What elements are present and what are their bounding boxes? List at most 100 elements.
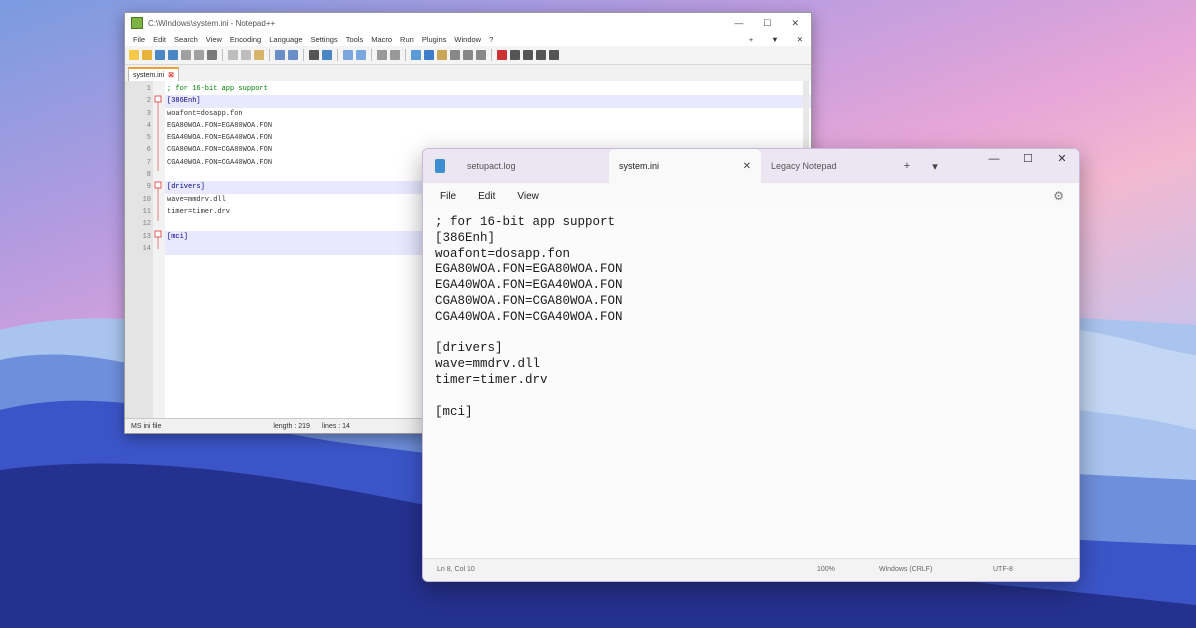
np-maximize-button[interactable]: ☐ <box>1011 149 1045 169</box>
np-tab-legacy-notepad[interactable]: Legacy Notepad <box>761 149 893 183</box>
doc-map-icon[interactable] <box>450 50 460 60</box>
print-icon[interactable] <box>207 50 217 60</box>
line-number: 12 <box>142 220 151 229</box>
code-line: [386Enh] <box>165 95 811 108</box>
np-minimize-button[interactable]: — <box>977 149 1011 169</box>
text-line: EGA80WOA.FON=EGA80WOA.FON <box>435 262 623 277</box>
line-number: 7 <box>146 158 151 167</box>
copy-icon[interactable] <box>241 50 251 60</box>
np-text-content[interactable]: ; for 16-bit app support [386Enh] woafon… <box>435 215 623 420</box>
code-line: EGA80WOA.FON=EGA80WOA.FON <box>167 121 273 130</box>
code-line: woafont=dosapp.fon <box>167 109 243 118</box>
npp-menu-encoding[interactable]: Encoding <box>226 35 265 44</box>
npp-title-bar[interactable]: C:\Windows\system.ini - Notepad++ — ☐ ✕ <box>125 13 811 33</box>
new-file-icon[interactable] <box>129 50 139 60</box>
show-all-chars-icon[interactable] <box>424 50 434 60</box>
np-menu-edit[interactable]: Edit <box>467 191 506 202</box>
notepad-window[interactable]: setupact.log system.ini ✕ Legacy Notepad… <box>422 148 1080 582</box>
npp-menu-macro[interactable]: Macro <box>367 35 396 44</box>
code-line: ; for 16-bit app support <box>167 85 268 93</box>
text-line <box>435 389 623 405</box>
sync-horizontal-icon[interactable] <box>390 50 400 60</box>
np-tab-close-icon[interactable]: ✕ <box>743 161 751 172</box>
text-line: [drivers] <box>435 341 503 356</box>
np-status-line-ending: Windows (CRLF) <box>879 566 933 573</box>
np-text-editor[interactable]: ; for 16-bit app support [386Enh] woafon… <box>423 209 1079 559</box>
np-tab-system-ini[interactable]: system.ini ✕ <box>609 149 761 183</box>
npp-tab-bar: system.ini ⊠ <box>125 65 811 82</box>
np-tab-bar[interactable]: setupact.log system.ini ✕ Legacy Notepad… <box>423 149 1079 183</box>
play-multiple-icon[interactable] <box>536 50 546 60</box>
function-list-icon[interactable] <box>463 50 473 60</box>
npp-menu-file[interactable]: File <box>129 35 149 44</box>
text-line: [386Enh] <box>435 230 496 245</box>
npp-toolbar <box>125 46 811 65</box>
npp-add-tab-button[interactable]: + <box>745 35 757 44</box>
npp-menu-run[interactable]: Run <box>396 35 418 44</box>
indent-guide-icon[interactable] <box>437 50 447 60</box>
play-macro-icon[interactable] <box>523 50 533 60</box>
npp-close-button[interactable]: ✕ <box>791 18 799 29</box>
np-menu-view[interactable]: View <box>506 191 550 202</box>
close-all-icon[interactable] <box>194 50 204 60</box>
npp-tab-label: system.ini <box>133 71 165 79</box>
line-number: 11 <box>142 207 151 216</box>
npp-fold-margin[interactable] <box>153 81 165 419</box>
npp-tab-close-icon[interactable]: ⊠ <box>168 71 174 79</box>
npp-maximize-button[interactable]: ☐ <box>763 18 771 29</box>
undo-icon[interactable] <box>275 50 285 60</box>
npp-minimize-button[interactable]: — <box>734 18 743 29</box>
notepad-app-icon <box>435 159 445 173</box>
line-number: 1 <box>146 85 151 93</box>
npp-window-title: C:\Windows\system.ini - Notepad++ <box>148 18 276 28</box>
save-all-icon[interactable] <box>168 50 178 60</box>
close-file-icon[interactable] <box>181 50 191 60</box>
npp-menu-search[interactable]: Search <box>170 35 202 44</box>
npp-menu-tools[interactable]: Tools <box>342 35 368 44</box>
np-new-tab-button[interactable]: + <box>893 160 921 172</box>
np-tab-dropdown-button[interactable]: ▾ <box>921 160 949 173</box>
npp-menu-settings[interactable]: Settings <box>307 35 342 44</box>
np-menu-file[interactable]: File <box>429 191 467 202</box>
np-tab-setupact[interactable]: setupact.log <box>457 149 609 183</box>
line-number: 6 <box>146 146 151 155</box>
np-status-position: Ln 8, Col 10 <box>437 566 475 573</box>
stop-macro-icon[interactable] <box>510 50 520 60</box>
npp-menu-language[interactable]: Language <box>265 35 306 44</box>
npp-close-doc-button[interactable]: ✕ <box>793 35 807 44</box>
settings-gear-icon[interactable]: ⚙ <box>1042 189 1075 203</box>
replace-icon[interactable] <box>322 50 332 60</box>
sync-vertical-icon[interactable] <box>377 50 387 60</box>
np-tab-label: system.ini <box>619 161 660 171</box>
code-line: EGA40WOA.FON=EGA40WOA.FON <box>167 134 273 143</box>
redo-icon[interactable] <box>288 50 298 60</box>
paste-icon[interactable] <box>254 50 264 60</box>
np-status-zoom: 100% <box>817 566 835 573</box>
np-menu-bar: File Edit View ⚙ <box>423 183 1079 209</box>
cut-icon[interactable] <box>228 50 238 60</box>
npp-tab-list-button[interactable]: ▼ <box>767 35 782 44</box>
npp-menu-plugins[interactable]: Plugins <box>418 35 451 44</box>
open-file-icon[interactable] <box>142 50 152 60</box>
folder-workspace-icon[interactable] <box>476 50 486 60</box>
zoom-in-icon[interactable] <box>343 50 353 60</box>
zoom-out-icon[interactable] <box>356 50 366 60</box>
save-macro-icon[interactable] <box>549 50 559 60</box>
line-number: 9 <box>146 183 151 192</box>
npp-menu-window[interactable]: Window <box>450 35 485 44</box>
line-number: 14 <box>142 244 151 253</box>
save-icon[interactable] <box>155 50 165 60</box>
npp-menu-help[interactable]: ? <box>485 35 497 44</box>
text-line: [mci] <box>435 404 473 419</box>
np-status-bar: Ln 8, Col 10 100% Windows (CRLF) UTF-8 <box>423 558 1079 581</box>
find-icon[interactable] <box>309 50 319 60</box>
np-close-button[interactable]: ✕ <box>1045 149 1079 169</box>
word-wrap-icon[interactable] <box>411 50 421 60</box>
npp-menu-view[interactable]: View <box>202 35 226 44</box>
line-number: 3 <box>146 109 151 118</box>
text-line: woafont=dosapp.fon <box>435 246 571 261</box>
npp-menu-edit[interactable]: Edit <box>149 35 170 44</box>
npp-tab-system-ini[interactable]: system.ini ⊠ <box>128 67 179 81</box>
npp-app-icon <box>131 17 143 29</box>
record-macro-icon[interactable] <box>497 50 507 60</box>
